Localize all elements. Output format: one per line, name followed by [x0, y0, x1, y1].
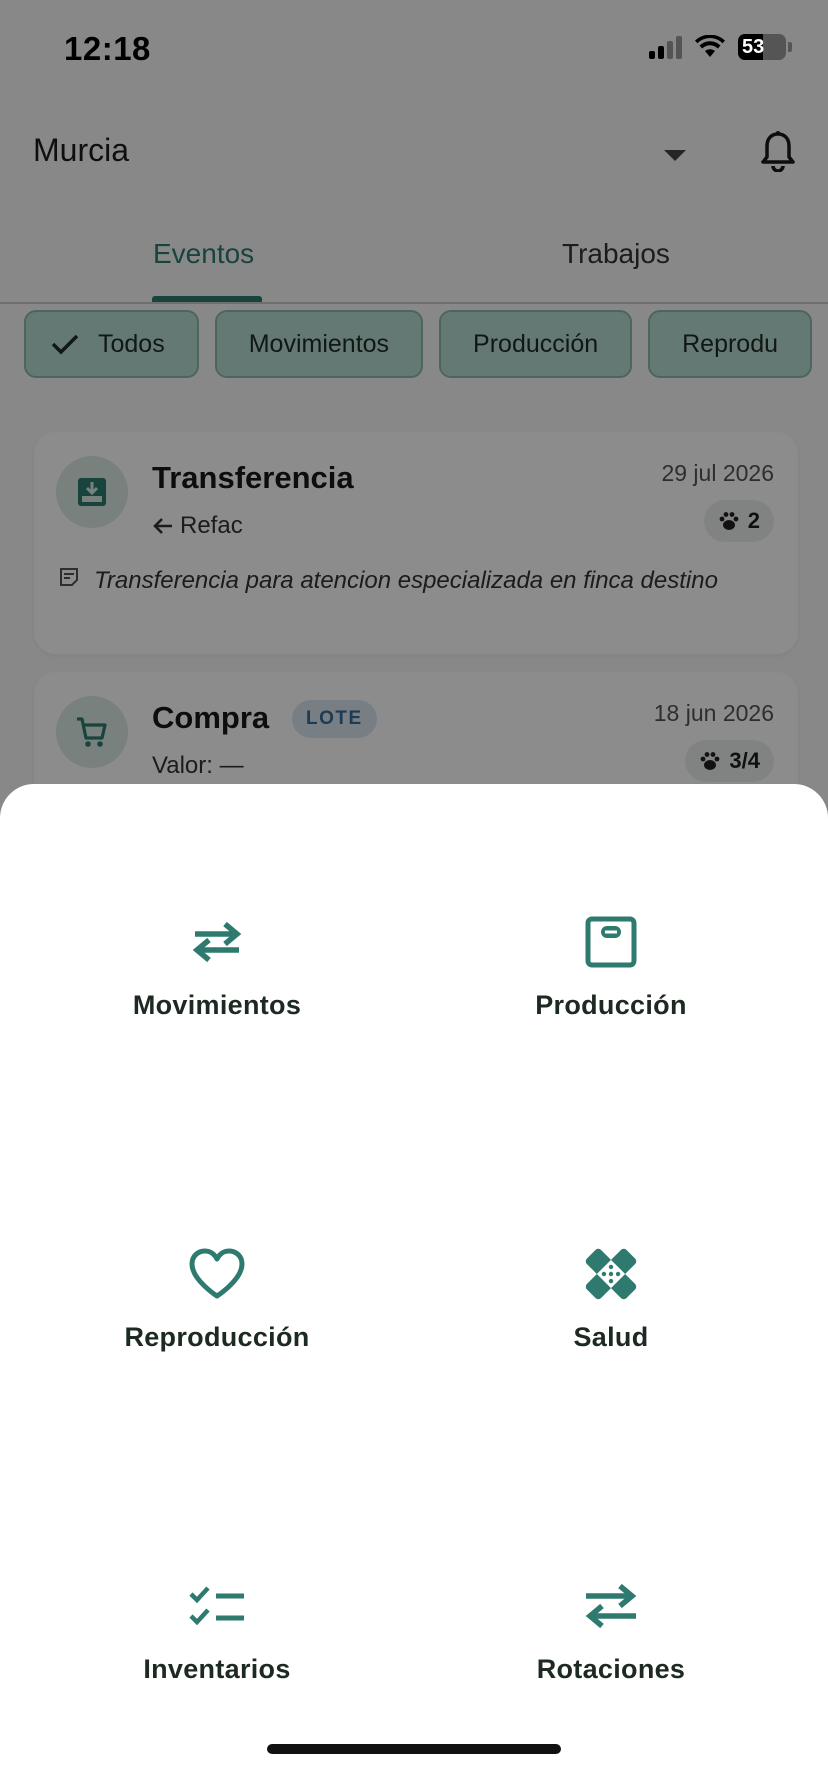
swap-horizontal-icon	[192, 921, 242, 963]
rotate-arrows-icon	[585, 1583, 637, 1629]
option-label: Reproducción	[124, 1322, 310, 1352]
option-produccion[interactable]: Producción	[404, 912, 818, 1021]
option-label: Salud	[573, 1322, 649, 1352]
battery-level: 53	[742, 35, 765, 58]
heart-icon	[189, 1248, 245, 1299]
event-type-bottom-sheet: Movimientos Producción Reproducción Salu…	[0, 784, 828, 1792]
checklist-icon	[189, 1586, 244, 1626]
home-indicator[interactable]	[267, 1744, 561, 1754]
option-movimientos[interactable]: Movimientos	[10, 912, 424, 1021]
option-label: Inventarios	[143, 1654, 291, 1684]
bandage-icon	[585, 1248, 637, 1300]
option-salud[interactable]: Salud	[404, 1244, 818, 1353]
option-reproduccion[interactable]: Reproducción	[10, 1244, 424, 1353]
scale-icon	[585, 916, 637, 968]
option-label: Movimientos	[132, 990, 302, 1020]
option-inventarios[interactable]: Inventarios	[10, 1576, 424, 1685]
option-rotaciones[interactable]: Rotaciones	[404, 1576, 818, 1685]
option-label: Rotaciones	[536, 1654, 686, 1684]
option-label: Producción	[535, 990, 687, 1020]
